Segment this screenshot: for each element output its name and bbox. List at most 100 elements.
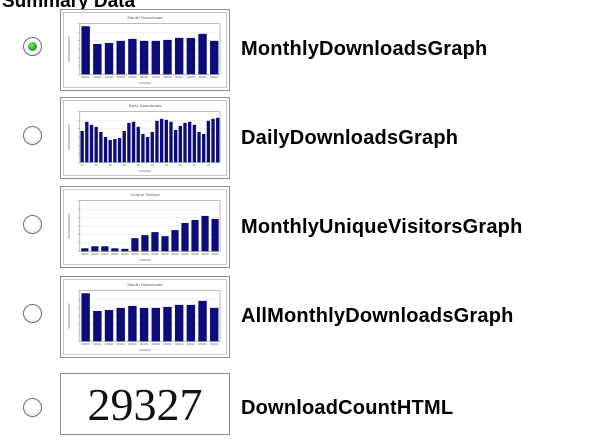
bar-chart-thumbnail: Unique Visitors	[67, 192, 221, 262]
y-axis-label	[67, 213, 70, 239]
option-label: DailyDownloadsGraph	[241, 127, 459, 149]
x-tick-label	[116, 76, 125, 78]
chart-bar	[103, 137, 108, 163]
bar-chart-thumbnail: Month Downloads	[67, 282, 221, 352]
chart-bar	[80, 130, 84, 163]
radio-download-count[interactable]	[23, 398, 42, 417]
chart-bar	[191, 219, 199, 252]
x-tick-label	[171, 253, 179, 255]
x-tick-label	[81, 343, 90, 345]
x-tick-label	[94, 164, 98, 166]
x-tick-label	[101, 253, 109, 255]
chart-bar	[211, 118, 215, 163]
chart-bar	[198, 33, 207, 75]
chart-bar	[151, 232, 159, 252]
chart-bar	[91, 246, 99, 252]
x-tick-label	[163, 343, 172, 345]
download-count-value: 29327	[87, 379, 203, 430]
x-tick-label	[93, 343, 102, 345]
x-tick-label	[93, 76, 102, 78]
chart-bar	[186, 304, 196, 342]
chart-bar	[127, 122, 131, 163]
chart-bar	[93, 310, 102, 342]
x-tick-label	[128, 343, 137, 345]
thumbnail-daily-downloads-graph: Daily Downloads	[60, 97, 230, 179]
chart-bar	[128, 38, 137, 75]
x-tick-label	[108, 164, 112, 166]
chart-bar	[89, 124, 94, 163]
chart-bar	[128, 305, 137, 342]
x-tick-label	[192, 164, 197, 166]
chart-bar	[202, 133, 206, 163]
chart-bar	[121, 248, 129, 252]
chart-bar	[171, 230, 179, 252]
chart-bar	[111, 248, 119, 252]
thumbnail-all-monthly-downloads-graph: Month Downloads	[60, 276, 230, 358]
chart-title: Unique Visitors	[130, 192, 160, 197]
x-axis-label	[139, 170, 151, 173]
chart-bar	[161, 236, 169, 252]
chart-bar	[183, 122, 187, 163]
chart-bar	[150, 131, 154, 163]
radio-monthly-downloads[interactable]	[23, 37, 42, 56]
chart-bar	[139, 307, 149, 342]
option-label: DownloadCountHTML	[241, 397, 454, 419]
chart-bar	[211, 218, 219, 252]
radio-daily-downloads[interactable]	[23, 126, 42, 145]
bar-chart-thumbnail: Daily Downloads	[67, 103, 221, 173]
chart-bar	[187, 121, 192, 163]
x-tick-label	[178, 164, 183, 166]
x-tick-label	[91, 253, 99, 255]
chart-bar	[163, 39, 172, 75]
chart-bar	[169, 121, 173, 163]
chart-bar	[206, 120, 211, 163]
chart-bar	[151, 40, 160, 75]
option-label: MonthlyUniqueVisitorsGraph	[241, 216, 523, 238]
chart-bar	[93, 43, 102, 75]
chart-bar	[81, 248, 89, 252]
x-tick-label	[206, 164, 211, 166]
chart-bar	[216, 117, 220, 163]
option-label: AllMonthlyDownloadsGraph	[241, 305, 514, 327]
x-tick-label	[151, 76, 160, 78]
option-label: MonthlyDownloadsGraph	[241, 38, 488, 60]
chart-bar	[181, 222, 189, 252]
y-axis-label	[67, 124, 70, 150]
chart-bar	[192, 124, 197, 163]
x-axis-label	[139, 82, 151, 85]
chart-bar	[131, 121, 136, 163]
x-tick-label	[81, 76, 90, 78]
chart-bar	[108, 140, 112, 163]
chart-bar	[173, 129, 178, 163]
y-axis-label	[67, 303, 70, 329]
chart-bar	[178, 125, 183, 163]
x-tick-label	[122, 164, 126, 166]
chart-bar	[151, 307, 160, 342]
chart-bar	[122, 130, 126, 163]
chart-bar	[198, 300, 207, 342]
bar-chart-thumbnail: Month Downloads	[67, 15, 221, 85]
x-tick-label	[163, 76, 172, 78]
chart-title: Month Downloads	[127, 15, 162, 20]
x-tick-label	[210, 343, 219, 345]
x-tick-label	[181, 253, 189, 255]
x-tick-label	[150, 164, 154, 166]
x-tick-label	[151, 343, 160, 345]
chart-title: Daily Downloads	[129, 103, 162, 108]
x-tick-label	[191, 253, 199, 255]
x-axis-label	[139, 259, 151, 262]
radio-monthly-unique-visitors[interactable]	[23, 215, 42, 234]
chart-bar	[116, 40, 125, 75]
chart-bar	[136, 126, 140, 163]
radio-all-monthly-downloads[interactable]	[23, 304, 42, 323]
chart-bar	[85, 121, 89, 163]
chart-bar	[94, 126, 98, 163]
chart-bar	[141, 133, 145, 163]
x-tick-label	[174, 76, 184, 78]
chart-bar	[99, 131, 103, 163]
x-tick-label	[139, 76, 149, 78]
x-tick-label	[139, 343, 149, 345]
x-tick-label	[131, 253, 139, 255]
chart-bar	[163, 306, 172, 342]
chart-bar	[210, 307, 219, 342]
